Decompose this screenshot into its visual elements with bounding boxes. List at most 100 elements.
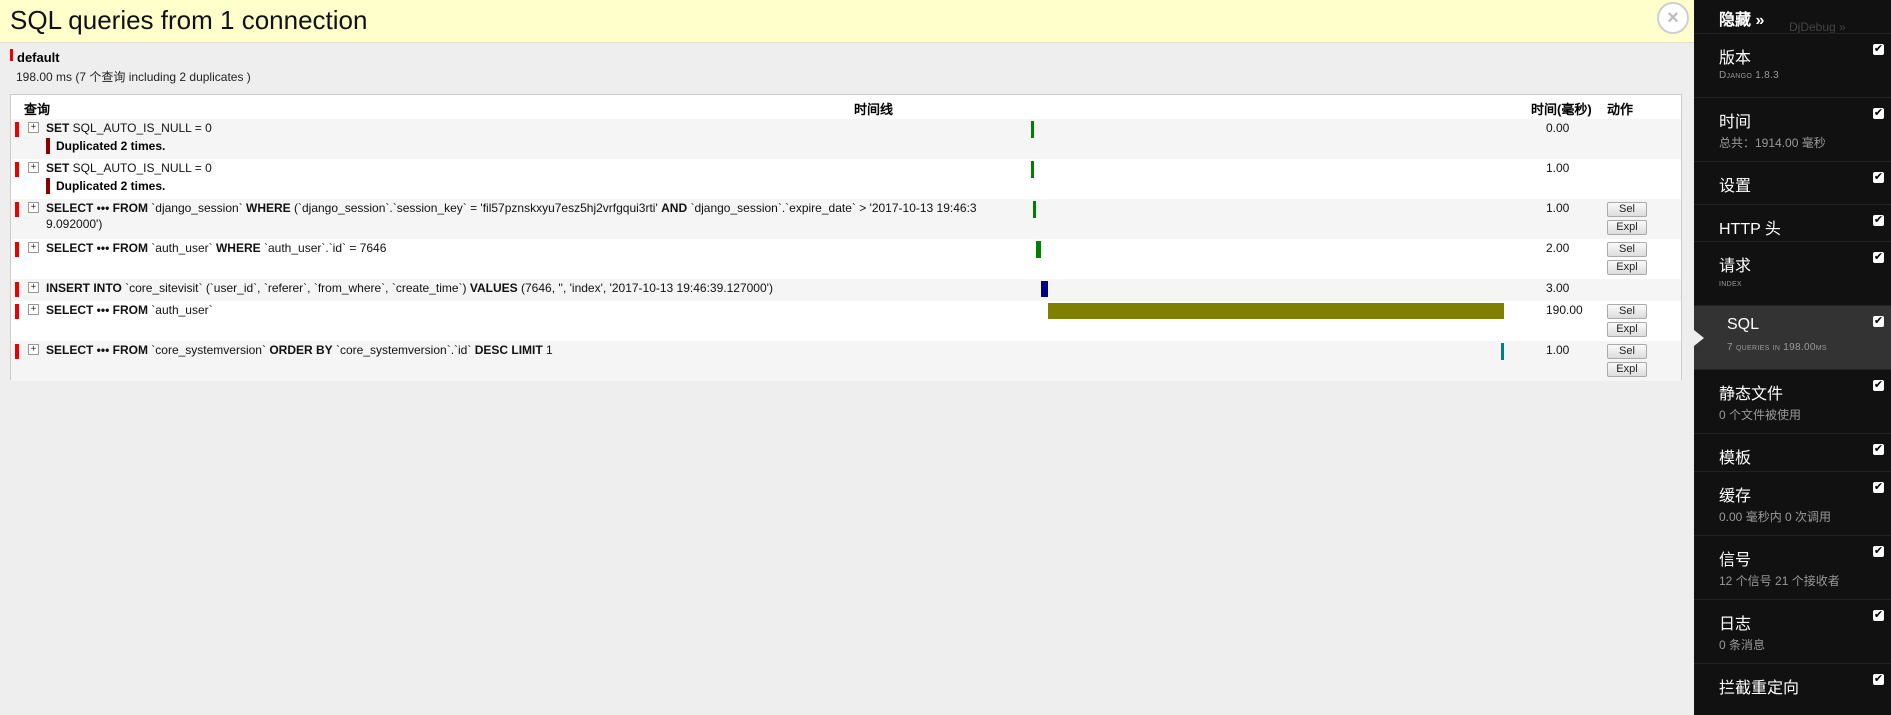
sql-queries-table: 查询 时间线 时间(毫秒) 动作 + SET SQL_AUTO_IS_NULL =… [10,94,1682,381]
sidebar-panel-title: HTTP 头 [1719,221,1781,238]
expand-toggle-icon[interactable]: + [28,122,39,133]
column-header-time: 时间(毫秒) [1531,102,1592,117]
sql-keyword: SET [46,121,70,135]
sidebar-panel-3[interactable]: HTTP 头 ✔ [1694,204,1891,242]
query-time: 1.00 [1546,201,1570,215]
duplicate-notice: Duplicated 2 times. [46,178,165,194]
sql-keyword: AND [661,201,688,215]
sidebar-panel-9[interactable]: 信号 12 个信号 21 个接收者 ✔ [1694,535,1891,600]
explain-button[interactable]: Expl [1607,260,1647,275]
sidebar-panel-5[interactable]: SQL 7 queries in 198.00ms ✔ [1694,305,1891,370]
sql-keyword: WHERE [246,201,291,215]
sidebar-panel-0[interactable]: 版本 Django 1.8.3 ✔ [1694,33,1891,98]
sql-fragment: `auth_user`.`id` = 7646 [260,241,387,255]
connection-summary: 198.00 ms (7 个查询 including 2 duplicates … [16,70,251,84]
sidebar-panel-title: 缓存 [1719,488,1752,505]
timeline-bar [1035,241,1041,258]
expand-toggle-icon[interactable]: + [28,162,39,173]
query-sql-text: SELECT ••• FROM `auth_user` [46,302,986,318]
panel-enable-checkbox[interactable]: ✔ [1873,482,1884,493]
sql-fragment: `core_sitevisit` (`user_id`, `referer`, … [121,281,470,295]
sidebar-panel-subtitle: 总共：1914.00 毫秒 [1719,136,1826,150]
select-button[interactable]: Sel [1607,202,1647,217]
panel-enable-checkbox[interactable]: ✔ [1873,546,1884,557]
sidebar-panel-title: 静态文件 [1719,386,1784,403]
sql-fragment: `core_systemversion` [147,343,270,357]
query-time: 2.00 [1546,241,1570,255]
sql-keyword: WHERE [215,241,261,255]
panel-enable-checkbox[interactable]: ✔ [1873,44,1884,55]
query-time: 190.00 [1546,303,1583,317]
sql-keyword: DESC LIMIT [474,343,543,357]
panel-enable-checkbox[interactable]: ✔ [1873,108,1884,119]
sql-keyword: INSERT INTO [46,281,122,295]
panel-enable-checkbox[interactable]: ✔ [1873,380,1884,391]
sidebar-panel-10[interactable]: 日志 0 条消息 ✔ [1694,599,1891,664]
sidebar-panel-title: SQL [1727,316,1760,333]
hide-toolbar-link[interactable]: 隐藏 » [1719,6,1764,30]
connection-name: default [17,50,60,65]
query-sql-text: INSERT INTO `core_sitevisit` (`user_id`,… [46,280,986,296]
expand-toggle-icon[interactable]: + [28,344,39,355]
select-button[interactable]: Sel [1607,242,1647,257]
hide-ghost-text: DjDebug » [1789,20,1846,34]
panel-enable-checkbox[interactable]: ✔ [1873,172,1884,183]
connection-color-marker [10,49,13,61]
panel-enable-checkbox[interactable]: ✔ [1873,674,1884,685]
query-sql-text: SET SQL_AUTO_IS_NULL = 0 [46,160,986,176]
panel-header: SQL queries from 1 connection × [0,0,1694,43]
sidebar-panel-2[interactable]: 设置 ✔ [1694,161,1891,205]
sidebar-panel-title: 请求 [1719,258,1752,275]
sidebar-panel-7[interactable]: 模板 ✔ [1694,433,1891,472]
column-header-query: 查询 [24,102,51,117]
sql-keyword: SELECT ••• FROM [46,343,148,357]
query-time: 1.00 [1546,343,1570,357]
sql-keyword: SET [46,161,70,175]
query-time: 3.00 [1546,281,1570,295]
query-row: + SELECT ••• FROM `auth_user` WHERE `auth… [11,239,1681,279]
sql-fragment: `auth_user` [147,241,216,255]
expand-toggle-icon[interactable]: + [28,242,39,253]
expand-toggle-icon[interactable]: + [28,304,39,315]
panel-enable-checkbox[interactable]: ✔ [1873,444,1884,455]
panel-enable-checkbox[interactable]: ✔ [1873,316,1884,327]
select-button[interactable]: Sel [1607,344,1647,359]
duplicate-notice: Duplicated 2 times. [46,138,165,154]
sidebar-panel-title: 时间 [1719,114,1752,131]
sql-fragment: 1 [542,343,553,357]
query-row: + SELECT ••• FROM `core_systemversion` OR… [11,341,1681,381]
sidebar-panel-title: 日志 [1719,616,1752,633]
panel-enable-checkbox[interactable]: ✔ [1873,252,1884,263]
sidebar-panel-11[interactable]: 拦截重定向 ✔ [1694,663,1891,715]
query-row-marker [15,242,19,257]
expand-toggle-icon[interactable]: + [28,202,39,213]
timeline-bar [1500,343,1504,360]
query-sql-text: SET SQL_AUTO_IS_NULL = 0 [46,120,986,136]
sidebar-panel-4[interactable]: 请求 index ✔ [1694,241,1891,306]
expand-toggle-icon[interactable]: + [28,282,39,293]
sidebar-panel-8[interactable]: 缓存 0.00 毫秒内 0 次调用 ✔ [1694,471,1891,536]
query-row: + SELECT ••• FROM `django_session` WHERE … [11,199,1681,239]
sql-fragment: `auth_user` [147,303,213,317]
sql-fragment: (7646, '', 'index', '2017-10-13 19:46:39… [517,281,773,295]
query-row-marker [15,202,19,217]
timeline-bar [1031,121,1034,138]
query-row: + SET SQL_AUTO_IS_NULL = 0 Duplicated 2 ti… [11,119,1681,159]
explain-button[interactable]: Expl [1607,362,1647,377]
sidebar-panel-subtitle: 12 个信号 21 个接收者 [1719,574,1840,588]
select-button[interactable]: Sel [1607,304,1647,319]
sidebar-panel-6[interactable]: 静态文件 0 个文件被使用 ✔ [1694,369,1891,434]
query-row-marker [15,282,19,297]
sql-panel: SQL queries from 1 connection × default … [0,0,1694,715]
panel-title: SQL queries from 1 connection [10,5,368,35]
explain-button[interactable]: Expl [1607,322,1647,337]
panel-enable-checkbox[interactable]: ✔ [1873,610,1884,621]
close-button[interactable]: × [1657,2,1689,34]
explain-button[interactable]: Expl [1607,220,1647,235]
sidebar-panel-1[interactable]: 时间总共：1914.00 毫秒 ✔ [1694,97,1891,162]
panel-enable-checkbox[interactable]: ✔ [1873,215,1884,226]
query-row-marker [15,122,19,137]
sidebar-panel-subtitle: 0 个文件被使用 [1719,408,1802,422]
query-time: 1.00 [1546,161,1570,175]
timeline-bar [1040,281,1048,297]
